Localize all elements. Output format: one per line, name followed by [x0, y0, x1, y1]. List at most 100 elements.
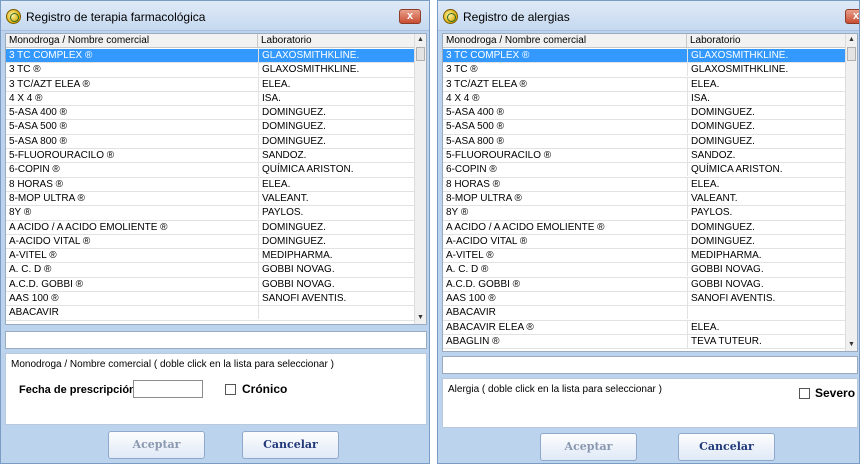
table-row[interactable]: 4 X 4 ® ISA.: [443, 91, 845, 107]
scroll-down-arrow-icon[interactable]: ▼: [846, 339, 857, 351]
cancel-button[interactable]: Cancelar: [678, 433, 775, 461]
therapy-panel-label: Monodroga / Nombre comercial ( doble cli…: [11, 359, 334, 370]
laboratory-cell: DOMINGUEZ.: [258, 120, 414, 134]
column-header-lab[interactable]: Laboratorio: [687, 34, 847, 48]
drug-name-cell: ABACAVIR ELEA ®: [446, 321, 534, 333]
table-row[interactable]: A-ACIDO VITAL ® DOMINGUEZ.: [6, 234, 414, 250]
drug-name-cell: 3 TC COMPLEX ®: [9, 50, 93, 61]
table-row[interactable]: 5-FLUOROURACILO ® SANDOZ.: [6, 149, 414, 164]
table-row[interactable]: A-VITEL ® MEDIPHARMA.: [443, 249, 845, 264]
table-row[interactable]: 5-FLUOROURACILO ® SANDOZ.: [443, 149, 845, 164]
table-row[interactable]: 8-MOP ULTRA ® VALEANT.: [443, 191, 845, 207]
scroll-up-arrow-icon[interactable]: ▲: [415, 34, 426, 46]
table-row[interactable]: 8 HORAS ® ELEA.: [443, 177, 845, 192]
table-row[interactable]: AAS 100 ® SANOFI AVENTIS.: [443, 292, 845, 307]
close-icon[interactable]: x: [845, 9, 859, 24]
therapy-title-bar[interactable]: Registro de terapia farmacológica x: [1, 1, 429, 31]
grid-header: Monodroga / Nombre comercial Laboratorio: [6, 34, 416, 48]
table-row[interactable]: A.C.D. GOBBI ® GOBBI NOVAG.: [6, 277, 414, 293]
table-row[interactable]: ABACAVIR: [6, 306, 414, 321]
close-icon[interactable]: x: [399, 9, 421, 24]
severe-checkbox[interactable]: [799, 388, 810, 399]
table-row[interactable]: 6-COPIN ® QUÍMICA ARISTON.: [443, 163, 845, 178]
laboratory-cell: ELEA.: [687, 177, 845, 191]
allergy-drug-grid[interactable]: Monodroga / Nombre comercial Laboratorio…: [442, 33, 858, 352]
table-row[interactable]: ABACAVIR: [443, 306, 845, 321]
laboratory-cell: DOMINGUEZ.: [687, 234, 845, 248]
table-row[interactable]: A-VITEL ® MEDIPHARMA.: [6, 249, 414, 264]
scroll-thumb[interactable]: [847, 47, 856, 61]
accept-button[interactable]: Aceptar: [108, 431, 205, 459]
chronic-label[interactable]: Crónico: [242, 382, 287, 396]
laboratory-cell: VALEANT.: [687, 191, 845, 205]
grid-vertical-scrollbar[interactable]: ▲ ▼: [845, 34, 857, 351]
table-row[interactable]: A. C. D ® GOBBI NOVAG.: [443, 263, 845, 278]
laboratory-cell: ELEA.: [687, 77, 845, 91]
allergy-window-title: Registro de alergias: [463, 10, 570, 24]
therapy-search-input[interactable]: [5, 331, 427, 349]
table-row[interactable]: 5-ASA 500 ® DOMINGUEZ.: [443, 120, 845, 135]
laboratory-cell: ISA.: [258, 91, 414, 105]
table-row[interactable]: AAS 100 ® SANOFI AVENTIS.: [6, 292, 414, 307]
table-row[interactable]: 8Y ® PAYLOS.: [443, 206, 845, 221]
table-row[interactable]: A-ACIDO VITAL ® DOMINGUEZ.: [443, 234, 845, 250]
severe-label[interactable]: Severo: [815, 386, 855, 400]
table-row[interactable]: 4 X 4 ® ISA.: [6, 91, 414, 107]
table-row[interactable]: 3 TC COMPLEX ® GLAXOSMITHKLINE.: [443, 49, 845, 64]
table-row[interactable]: 6-COPIN ® QUÍMICA ARISTON.: [6, 163, 414, 178]
allergy-search-input[interactable]: [442, 356, 858, 374]
grid-rows: 3 TC COMPLEX ® GLAXOSMITHKLINE. 3 TC ® GLAX…: [443, 49, 845, 350]
table-row[interactable]: 3 TC/AZT ELEA ® ELEA.: [6, 77, 414, 92]
table-row[interactable]: 5-ASA 800 ® DOMINGUEZ.: [6, 134, 414, 150]
chronic-checkbox[interactable]: [225, 384, 236, 395]
laboratory-cell: [687, 306, 845, 320]
scroll-thumb[interactable]: [416, 47, 425, 61]
allergy-title-bar[interactable]: Registro de alergias x: [438, 1, 859, 31]
table-row[interactable]: A ACIDO / A ACIDO EMOLIENTE ® DOMINGUEZ.: [443, 220, 845, 235]
table-row[interactable]: ABACAVIR ELEA ® ELEA.: [443, 320, 845, 335]
drug-name-cell: A-ACIDO VITAL ®: [9, 235, 91, 247]
table-row[interactable]: 3 TC ® GLAXOSMITHKLINE.: [6, 63, 414, 78]
laboratory-cell: DOMINGUEZ.: [687, 120, 845, 134]
laboratory-cell: TEVA TUTEUR.: [687, 334, 845, 348]
prescription-date-input[interactable]: [133, 380, 203, 398]
therapy-drug-grid[interactable]: Monodroga / Nombre comercial Laboratorio…: [5, 33, 427, 325]
laboratory-cell: DOMINGUEZ.: [258, 234, 414, 248]
drug-name-cell: 6-COPIN ®: [9, 164, 60, 176]
laboratory-cell: SANDOZ.: [258, 149, 414, 163]
drug-name-cell: 8 HORAS ®: [9, 178, 64, 190]
table-row[interactable]: 5-ASA 800 ® DOMINGUEZ.: [443, 134, 845, 150]
table-row[interactable]: 5-ASA 400 ® DOMINGUEZ.: [443, 106, 845, 121]
laboratory-cell: DOMINGUEZ.: [258, 220, 414, 234]
table-row[interactable]: 5-ASA 400 ® DOMINGUEZ.: [6, 106, 414, 121]
column-header-name[interactable]: Monodroga / Nombre comercial: [6, 34, 258, 48]
drug-name-cell: A ACIDO / A ACIDO EMOLIENTE ®: [446, 221, 605, 233]
accept-button[interactable]: Aceptar: [540, 433, 637, 461]
grid-header: Monodroga / Nombre comercial Laboratorio: [443, 34, 847, 48]
drug-name-cell: 8-MOP ULTRA ®: [446, 192, 522, 204]
table-row[interactable]: 8-MOP ULTRA ® VALEANT.: [6, 191, 414, 207]
column-header-lab[interactable]: Laboratorio: [258, 34, 416, 48]
scroll-down-arrow-icon[interactable]: ▼: [415, 312, 426, 324]
laboratory-cell: SANOFI AVENTIS.: [687, 292, 845, 306]
drug-name-cell: 8 HORAS ®: [446, 178, 501, 190]
table-row[interactable]: 5-ASA 500 ® DOMINGUEZ.: [6, 120, 414, 135]
cancel-button[interactable]: Cancelar: [242, 431, 339, 459]
table-row[interactable]: 3 TC COMPLEX ® GLAXOSMITHKLINE.: [6, 49, 414, 64]
grid-vertical-scrollbar[interactable]: ▲ ▼: [414, 34, 426, 324]
table-row[interactable]: ABAGLIN ® TEVA TUTEUR.: [443, 334, 845, 350]
table-row[interactable]: A. C. D ® GOBBI NOVAG.: [6, 263, 414, 278]
table-row[interactable]: A ACIDO / A ACIDO EMOLIENTE ® DOMINGUEZ.: [6, 220, 414, 235]
drug-name-cell: 5-ASA 400 ®: [9, 107, 67, 119]
table-row[interactable]: A.C.D. GOBBI ® GOBBI NOVAG.: [443, 277, 845, 293]
table-row[interactable]: 8Y ® PAYLOS.: [6, 206, 414, 221]
drug-name-cell: 8-MOP ULTRA ®: [9, 192, 85, 204]
laboratory-cell: PAYLOS.: [258, 206, 414, 220]
drug-name-cell: 3 TC/AZT ELEA ®: [446, 78, 527, 90]
scroll-up-arrow-icon[interactable]: ▲: [846, 34, 857, 46]
table-row[interactable]: 3 TC/AZT ELEA ® ELEA.: [443, 77, 845, 92]
drug-name-cell: A. C. D ®: [9, 264, 52, 276]
table-row[interactable]: 8 HORAS ® ELEA.: [6, 177, 414, 192]
table-row[interactable]: 3 TC ® GLAXOSMITHKLINE.: [443, 63, 845, 78]
column-header-name[interactable]: Monodroga / Nombre comercial: [443, 34, 687, 48]
